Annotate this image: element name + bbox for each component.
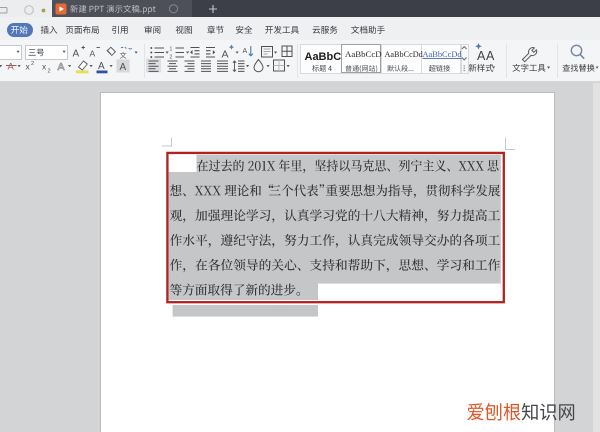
svg-text:x: x	[26, 62, 31, 72]
svg-text:A: A	[90, 49, 96, 59]
svg-text:A: A	[8, 62, 15, 73]
svg-text:AaBbC: AaBbC	[305, 51, 342, 63]
svg-text:A: A	[486, 49, 495, 63]
svg-text:2: 2	[170, 55, 173, 61]
svg-text:1: 1	[170, 47, 173, 53]
svg-text:A: A	[477, 49, 486, 63]
svg-text:2: 2	[48, 69, 51, 75]
svg-text:AaBbCcD: AaBbCcD	[345, 49, 382, 59]
svg-text:A: A	[222, 49, 229, 61]
svg-text:A: A	[120, 62, 127, 73]
svg-text:A: A	[73, 49, 80, 60]
svg-text:AaBbCcDd: AaBbCcDd	[385, 50, 423, 59]
svg-text:2: 2	[31, 61, 34, 67]
svg-text:A: A	[58, 61, 65, 73]
svg-text:A: A	[98, 61, 105, 72]
svg-text:x: x	[42, 62, 47, 72]
svg-text:AaBbCcDd: AaBbCcDd	[423, 50, 463, 59]
svg-text:A: A	[243, 48, 248, 55]
